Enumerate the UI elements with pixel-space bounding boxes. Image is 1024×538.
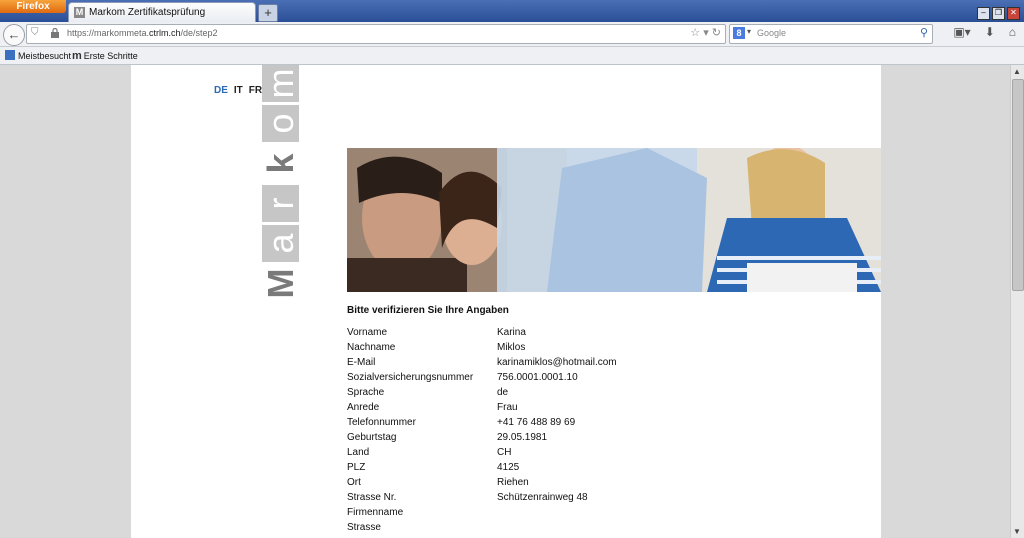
field-label: Sozialversicherungsnummer bbox=[347, 372, 474, 383]
data-row: Anrede Frau bbox=[347, 402, 747, 417]
data-row: Sprache de bbox=[347, 387, 747, 402]
data-row: E-Mail karinamiklos@hotmail.com bbox=[347, 357, 747, 372]
vertical-scrollbar[interactable]: ▲ ▼ bbox=[1010, 65, 1024, 538]
close-icon[interactable]: ✕ bbox=[1007, 7, 1020, 20]
field-label: Nachname bbox=[347, 342, 396, 353]
data-row: Firmenname bbox=[347, 507, 747, 522]
field-label: Land bbox=[347, 447, 370, 458]
url-text[interactable]: https://markommeta.ctrlm.ch/de/step2 bbox=[67, 28, 218, 38]
url-bar[interactable]: ⛉ https://markommeta.ctrlm.ch/de/step2 ☆… bbox=[26, 24, 726, 44]
logo-letter: a bbox=[260, 225, 301, 262]
field-value: CH bbox=[497, 447, 512, 458]
data-row: Ort Riehen bbox=[347, 477, 747, 492]
field-value: karinamiklos@hotmail.com bbox=[497, 357, 617, 368]
download-icon[interactable]: ⬇ bbox=[985, 25, 995, 39]
logo-letter: r bbox=[260, 185, 301, 222]
scroll-up-icon[interactable]: ▲ bbox=[1013, 67, 1021, 76]
tab-title: Markom Zertifikatsprüfung bbox=[89, 7, 206, 18]
data-row: Land CH bbox=[347, 447, 747, 462]
field-label: Anrede bbox=[347, 402, 380, 413]
engine-dropdown-icon[interactable]: ▾ bbox=[747, 27, 751, 36]
section-title: Bitte verifizieren Sie Ihre Angaben bbox=[347, 305, 509, 316]
field-label: PLZ bbox=[347, 462, 366, 473]
url-bar-icons: ☆ ▾ ↻ bbox=[690, 26, 721, 39]
search-bar[interactable]: 8 ▾ Google ⚲ bbox=[729, 24, 933, 44]
field-value: de bbox=[497, 387, 509, 398]
logo-letter: m bbox=[260, 65, 301, 102]
navigation-toolbar: ← ⛉ https://markommeta.ctrlm.ch/de/step2… bbox=[0, 22, 1024, 47]
window-controls: – ❐ ✕ bbox=[975, 2, 1020, 20]
bookmark-erste-schritte[interactable]: m Erste Schritte bbox=[72, 50, 138, 62]
back-button[interactable]: ← bbox=[3, 24, 25, 46]
field-value: 4125 bbox=[497, 462, 520, 473]
hero-photo-illustration bbox=[347, 148, 881, 292]
verification-data-list: Vorname Karina Nachname Miklos E-Mail karin… bbox=[347, 327, 747, 537]
search-icon[interactable]: ⚲ bbox=[920, 26, 928, 39]
bookmarks-toolbar: Meistbesucht m Erste Schritte bbox=[0, 47, 1024, 65]
field-label: Strasse Nr. bbox=[347, 492, 397, 503]
bookmark-icon bbox=[5, 50, 15, 60]
field-value: 29.05.1981 bbox=[497, 432, 548, 443]
field-value: Riehen bbox=[497, 477, 529, 488]
field-value: Schützenrainweg 48 bbox=[497, 492, 588, 503]
data-row: Strasse Nr. Schützenrainweg 48 bbox=[347, 492, 747, 507]
google-engine-icon[interactable]: 8 bbox=[733, 27, 745, 39]
field-label: E-Mail bbox=[347, 357, 376, 368]
data-row: Vorname Karina bbox=[347, 327, 747, 342]
field-label: Geburtstag bbox=[347, 432, 397, 443]
lang-de-link[interactable]: DE bbox=[214, 85, 228, 96]
field-label: Sprache bbox=[347, 387, 385, 398]
reload-icon[interactable]: ↻ bbox=[712, 27, 721, 39]
field-value: +41 76 488 89 69 bbox=[497, 417, 576, 428]
bookmark-star-icon[interactable]: ☆ bbox=[690, 27, 700, 39]
field-label: Ort bbox=[347, 477, 361, 488]
page-content: DE IT FR m o k r a M Bitte verifizieren Si… bbox=[131, 65, 881, 538]
lock-icon bbox=[51, 28, 59, 38]
data-row: Geburtstag 29.05.1981 bbox=[347, 432, 747, 447]
firefox-menu-button[interactable]: Firefox bbox=[0, 0, 66, 13]
dropdown-icon[interactable]: ▾ bbox=[703, 27, 709, 39]
search-input[interactable]: Google bbox=[757, 28, 786, 38]
hero-image bbox=[347, 148, 881, 292]
bookmarks-menu-icon[interactable]: ▣▾ bbox=[953, 25, 970, 39]
shield-icon[interactable]: ⛉ bbox=[31, 27, 39, 38]
data-row: Strasse bbox=[347, 522, 747, 537]
logo-letter: k bbox=[260, 145, 301, 182]
markom-icon: m bbox=[72, 50, 82, 62]
field-value: 756.0001.0001.10 bbox=[497, 372, 578, 383]
bookmark-meistbesucht[interactable]: Meistbesucht bbox=[5, 50, 71, 61]
data-row: PLZ 4125 bbox=[347, 462, 747, 477]
toolbar-buttons: ▣▾ ⬇ ⌂ bbox=[939, 25, 1016, 39]
scroll-down-icon[interactable]: ▼ bbox=[1013, 527, 1021, 536]
field-value: Karina bbox=[497, 327, 526, 338]
field-label: Vorname bbox=[347, 327, 388, 338]
minimize-icon[interactable]: – bbox=[977, 7, 990, 20]
data-row: Sozialversicherungsnummer 756.0001.0001.1… bbox=[347, 372, 747, 387]
logo-letter: o bbox=[260, 105, 301, 142]
field-label: Strasse bbox=[347, 522, 381, 533]
lang-it-link[interactable]: IT bbox=[234, 85, 243, 96]
new-tab-button[interactable]: + bbox=[258, 4, 278, 22]
restore-icon[interactable]: ❐ bbox=[992, 7, 1005, 20]
logo-letter: M bbox=[260, 265, 301, 302]
data-row: Nachname Miklos bbox=[347, 342, 747, 357]
home-icon[interactable]: ⌂ bbox=[1009, 25, 1016, 39]
window-titlebar: Firefox M Markom Zertifikatsprüfung + – ❐… bbox=[0, 0, 1024, 23]
field-value: Miklos bbox=[497, 342, 526, 353]
field-label: Telefonnummer bbox=[347, 417, 416, 428]
data-row: Telefonnummer +41 76 488 89 69 bbox=[347, 417, 747, 432]
field-value: Frau bbox=[497, 402, 518, 413]
field-label: Firmenname bbox=[347, 507, 404, 518]
tab-markom[interactable]: M Markom Zertifikatsprüfung bbox=[68, 2, 256, 23]
markom-favicon-icon: M bbox=[74, 7, 85, 18]
markom-logo: m o k r a M bbox=[260, 65, 301, 305]
scrollbar-thumb[interactable] bbox=[1012, 79, 1024, 291]
